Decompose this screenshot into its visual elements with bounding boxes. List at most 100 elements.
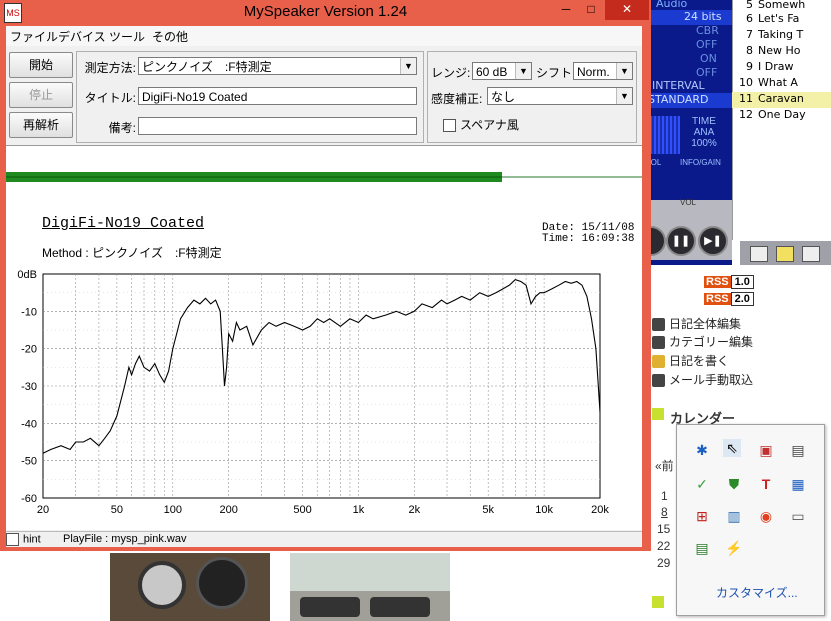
waveform-panel	[2, 145, 642, 209]
link-label: 日記全体編集	[669, 317, 742, 331]
vol-label: VOL	[680, 198, 697, 207]
track-number: 11	[739, 92, 753, 105]
note-input[interactable]	[138, 117, 417, 135]
monitor-icon[interactable]: ▥	[725, 507, 743, 525]
diary-edit-link[interactable]: 日記全体編集	[652, 315, 741, 332]
playfile-label: PlayFile : mysp_pink.wav	[63, 533, 187, 545]
shift-select[interactable]: Norm. ▼	[573, 62, 633, 80]
cursor-icon[interactable]: ⇖	[723, 439, 741, 457]
sync-icon[interactable]: ✓	[693, 475, 711, 493]
shift-value: Norm.	[577, 65, 610, 79]
y-tick-label: -60	[21, 493, 37, 505]
method-value: ピンクノイズ :F特測定	[142, 60, 272, 74]
playlist-item[interactable]: 12 One Day	[732, 108, 831, 124]
time-display: TIME ANA 100%	[682, 116, 726, 158]
category-edit-link[interactable]: カテゴリー編集	[652, 333, 753, 350]
rss-feed-1[interactable]: RSS 1.0	[704, 275, 754, 289]
range-label: レンジ:	[431, 66, 471, 80]
menu-device[interactable]: デバイス	[58, 28, 106, 45]
spectrum-checkbox[interactable]: スペアナ風	[443, 116, 519, 133]
range-select[interactable]: 60 dB ▼	[472, 62, 532, 80]
track-number: 8	[746, 44, 753, 57]
sensitivity-select[interactable]: なし ▼	[487, 87, 633, 105]
next-button[interactable]: ▶❚	[698, 226, 728, 256]
display-icon[interactable]: ▤	[789, 441, 807, 459]
title-label: タイトル:	[84, 91, 136, 105]
mp-row-label: Audio	[656, 0, 688, 10]
title-input[interactable]: DigiFi-No19 Coated	[138, 87, 417, 105]
bullet-icon	[652, 408, 664, 420]
t-app-icon[interactable]: T	[757, 475, 775, 493]
stop-button[interactable]: 停止	[9, 82, 73, 108]
mp-row: INTERVAL	[640, 79, 732, 94]
pencil-icon	[652, 355, 665, 369]
list-view-icon[interactable]	[750, 246, 768, 262]
close-button[interactable]: ✕	[605, 0, 649, 20]
rss-feed-2[interactable]: RSS 2.0	[704, 292, 754, 306]
ana-label: ANA	[693, 127, 715, 138]
app-tray-icon[interactable]: ▣	[757, 441, 775, 459]
mp-row-label: CBR	[696, 24, 719, 37]
menu-bar: ファイル デバイス ツール その他	[6, 26, 642, 46]
mp-row-label: ON	[700, 52, 717, 65]
time-label: TIME	[692, 116, 716, 127]
playlist-item-selected[interactable]: 11 Caravan	[732, 92, 831, 108]
power-icon[interactable]: ⚡	[725, 539, 743, 557]
playlist-item[interactable]: 7 Taking T	[732, 28, 831, 44]
playlist-item[interactable]: 9 I Draw	[732, 60, 831, 76]
mp-row: STANDARD	[640, 93, 732, 108]
playlist-item[interactable]: 10 What A	[732, 76, 831, 92]
chevron-down-icon: ▼	[400, 58, 416, 74]
grid-view-icon[interactable]	[776, 246, 794, 262]
track-number: 7	[746, 28, 753, 41]
mp-row-label: OFF	[696, 38, 718, 51]
arrow-icon	[652, 318, 665, 332]
track-number: 6	[746, 12, 753, 25]
speaker-photo-2	[290, 553, 450, 621]
device-icon[interactable]: ▭	[789, 507, 807, 525]
maximize-button[interactable]: □	[577, 0, 605, 20]
calendar-day[interactable]: 8	[661, 505, 668, 519]
playlist-item[interactable]: 6 Let's Fa	[732, 12, 831, 28]
security-icon[interactable]: ⛊	[725, 475, 743, 493]
x-tick-label: 50	[111, 504, 123, 516]
method-select[interactable]: ピンクノイズ :F特測定 ▼	[138, 57, 417, 75]
track-title: New Ho	[758, 44, 801, 57]
chevron-down-icon: ▼	[616, 88, 632, 104]
network-icon[interactable]: ▦	[789, 475, 807, 493]
track-title: Taking T	[758, 28, 804, 41]
track-number: 10	[739, 76, 753, 89]
mp-row-label: STANDARD	[648, 93, 709, 106]
title-bar[interactable]: MS MySpeaker Version 1.24 ─ □ ✕	[0, 0, 651, 26]
bluetooth-icon[interactable]: ✱	[693, 441, 711, 459]
card-icon[interactable]: ▤	[693, 539, 711, 557]
menu-other[interactable]: その他	[152, 28, 188, 45]
save-icon[interactable]	[802, 246, 820, 262]
menu-file[interactable]: ファイル	[10, 28, 58, 45]
playlist-item[interactable]: 8 New Ho	[732, 44, 831, 60]
arrow-icon	[652, 336, 665, 350]
start-button[interactable]: 開始	[9, 52, 73, 78]
pause-button[interactable]: ❚❚	[666, 226, 696, 256]
windows-icon[interactable]: ⊞	[693, 507, 711, 525]
checkbox-icon	[6, 533, 19, 546]
hint-checkbox[interactable]: hint	[6, 533, 41, 546]
write-diary-link[interactable]: 日記を書く	[652, 352, 729, 369]
tray-customize-link[interactable]: カスタマイズ...	[716, 584, 798, 601]
x-tick-label: 200	[219, 504, 237, 516]
sensitivity-label: 感度補正:	[431, 92, 483, 106]
chevron-down-icon: ▼	[515, 63, 531, 79]
mp-info-label: INFO/GAIN	[680, 158, 721, 167]
hint-label: hint	[23, 533, 41, 546]
mp-row-label: OFF	[696, 66, 718, 79]
track-number: 5	[746, 0, 753, 11]
calendar-prev-link[interactable]: «前	[655, 457, 674, 474]
x-tick-label: 1k	[353, 504, 365, 516]
reanalyze-button[interactable]: 再解析	[9, 112, 73, 138]
percent-label: 100%	[691, 138, 717, 149]
mail-import-link[interactable]: メール手動取込	[652, 371, 753, 388]
menu-tools[interactable]: ツール	[109, 28, 145, 45]
chrome-icon[interactable]: ◉	[757, 507, 775, 525]
x-tick-label: 10k	[535, 504, 553, 516]
y-tick-label: -40	[21, 418, 37, 430]
